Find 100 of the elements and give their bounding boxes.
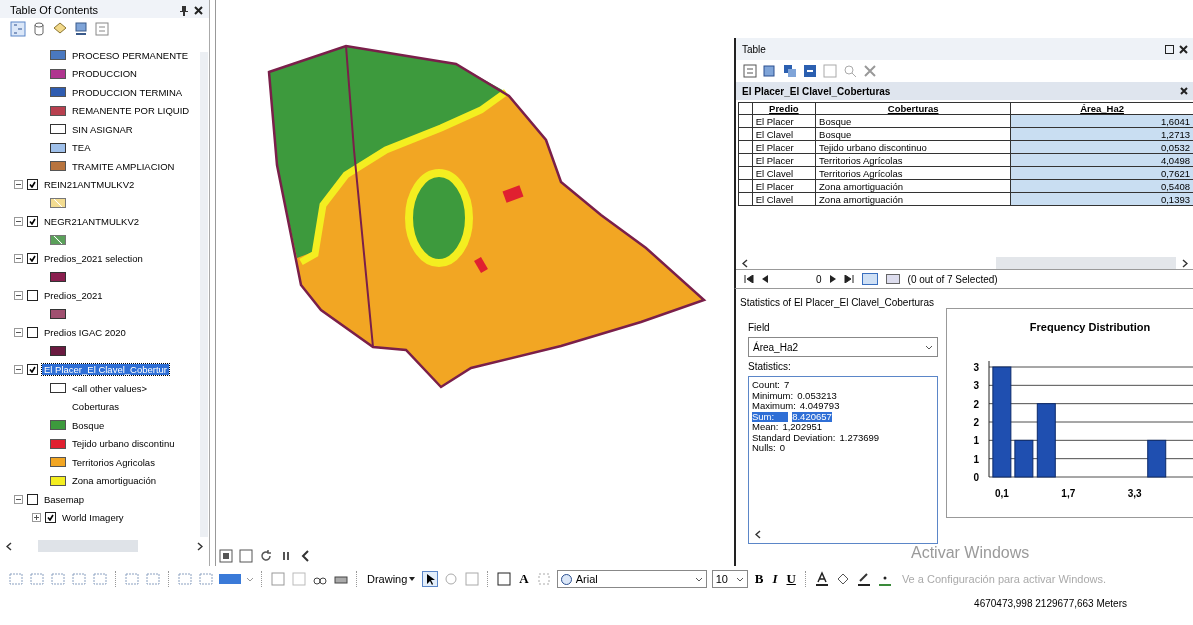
layer-checkbox[interactable] [45, 512, 56, 524]
collapse-toggle-icon[interactable] [14, 328, 23, 338]
row-selector[interactable] [738, 127, 753, 141]
switch-selection-icon[interactable] [802, 63, 818, 79]
drawing-menu[interactable]: Drawing [365, 573, 418, 585]
font-dropdown[interactable]: Arial [556, 570, 707, 588]
layer-name[interactable]: El Placer_El Clavel_Cobertur [42, 364, 170, 376]
scrollbar-thumb[interactable] [996, 257, 1176, 269]
layer-name[interactable]: Basemap [42, 493, 87, 505]
font-color-icon[interactable] [813, 571, 830, 587]
line-color-icon[interactable] [855, 571, 872, 587]
layer-checkbox[interactable] [27, 179, 38, 191]
chevron-down-icon [925, 344, 933, 350]
row-selector[interactable] [738, 192, 753, 206]
layer-checkbox[interactable] [27, 364, 38, 376]
refresh-icon[interactable] [258, 548, 274, 564]
layout-view-icon[interactable] [218, 548, 234, 564]
legend-label: PROCESO PERMANENTE [71, 49, 190, 61]
rectangle-icon[interactable] [496, 571, 513, 587]
legend-label: <all other values> [71, 382, 148, 394]
column-header[interactable]: Predio [752, 102, 816, 115]
related-tables-icon[interactable] [762, 63, 778, 79]
scrollbar[interactable] [200, 52, 208, 537]
layer-name[interactable]: Predios_2021 selection [42, 253, 145, 265]
collapse-toggle-icon[interactable] [14, 291, 23, 301]
font-size-dropdown[interactable]: 10 [711, 570, 748, 588]
next-record-icon[interactable] [829, 275, 836, 283]
statistics-label: Statistics: [748, 361, 792, 372]
panel-title: Table Of Contents [10, 4, 99, 16]
y-tick-label: 3 [973, 380, 979, 392]
underline-button[interactable]: U [784, 571, 798, 587]
show-all-records-icon[interactable] [861, 273, 878, 285]
close-icon[interactable] [1179, 44, 1188, 54]
layer-name[interactable]: NEGR21ANTMULKV2 [42, 216, 142, 228]
collapse-toggle-icon[interactable] [14, 365, 23, 375]
cylinder-icon[interactable] [31, 21, 47, 37]
visibility-list-icon[interactable] [73, 21, 89, 37]
expand-toggle-icon[interactable] [32, 513, 41, 523]
close-icon[interactable] [194, 5, 203, 15]
layer-checkbox[interactable] [27, 253, 38, 265]
legend-label: SIN ASIGNAR [71, 123, 134, 135]
chevron-down-icon [735, 576, 744, 582]
column-header[interactable]: Coberturas [815, 102, 1011, 115]
close-icon[interactable] [1180, 87, 1188, 95]
scrollbar-thumb[interactable] [38, 540, 138, 552]
fill-color-swatch[interactable] [219, 574, 241, 584]
previous-record-icon[interactable] [762, 275, 768, 283]
collapse-toggle-icon[interactable] [14, 180, 23, 190]
maximize-icon[interactable] [1165, 44, 1174, 54]
collapse-toggle-icon[interactable] [14, 254, 23, 264]
x-tick-label: 1,7 [1061, 488, 1076, 499]
statistic-label: Nulls: [752, 443, 776, 454]
y-tick-label: 3 [973, 362, 979, 373]
show-selected-records-icon[interactable] [885, 274, 900, 284]
last-record-icon[interactable] [843, 275, 854, 283]
layer-checkbox[interactable] [27, 290, 38, 302]
row-selector[interactable] [738, 114, 753, 128]
delete-icon[interactable] [862, 63, 878, 79]
row-selector[interactable] [738, 153, 753, 167]
field-dropdown[interactable]: Área_Ha2 [748, 337, 938, 357]
record-number[interactable]: 0 [816, 273, 822, 285]
italic-button[interactable]: I [770, 571, 780, 587]
collapse-toggle-icon[interactable] [14, 217, 23, 227]
text-tool[interactable]: A [517, 571, 531, 587]
table-cell: Territorios Agrícolas [815, 153, 1011, 167]
checkmark-icon [29, 366, 36, 374]
table-cell: Bosque [815, 127, 1011, 141]
layer-name[interactable]: Predios_2021 [42, 290, 105, 302]
column-header[interactable]: Área_Ha2 [1010, 102, 1193, 115]
table-cell: El Placer [752, 140, 816, 154]
pointer-icon[interactable] [422, 571, 439, 587]
histogram-bar [1147, 439, 1167, 478]
field-label: Field [748, 322, 771, 333]
layer-name[interactable]: World Imagery [60, 512, 126, 524]
row-selector[interactable] [738, 179, 753, 193]
collapse-toggle-icon[interactable] [14, 494, 23, 504]
selection-status: (0 out of 7 Selected) [907, 273, 998, 285]
layer-checkbox[interactable] [27, 216, 38, 228]
caret-icon [409, 577, 416, 581]
layer-checkbox[interactable] [27, 327, 38, 339]
legend-label: PRODUCCION [71, 68, 138, 80]
statistic-value: 4.049793 [799, 401, 840, 412]
layer-name[interactable]: Predios IGAC 2020 [42, 327, 128, 339]
pin-icon[interactable] [180, 4, 188, 16]
row-selector[interactable] [738, 140, 753, 154]
first-record-icon[interactable] [744, 275, 754, 283]
select-by-attributes-icon[interactable] [782, 63, 798, 79]
bold-button[interactable]: B [752, 571, 766, 587]
table-cell: Tejido urbano discontinuo [815, 140, 1011, 154]
window-title: Table [742, 43, 766, 55]
statistic-value: 1,202951 [782, 422, 823, 433]
y-tick-label: 1 [973, 435, 979, 447]
window-title: Statistics of El Placer_El Clavel_Coberturas [739, 296, 935, 310]
layer-checkbox[interactable] [27, 493, 38, 505]
table-cell: El Placer [752, 153, 816, 167]
legend-label: TRAMITE AMPLIACION [71, 160, 176, 172]
layer-name[interactable]: REIN21ANTMULKV2 [42, 179, 137, 191]
row-selector[interactable] [738, 166, 753, 180]
checkmark-icon [29, 255, 36, 263]
chevron-down-icon[interactable] [246, 576, 254, 582]
